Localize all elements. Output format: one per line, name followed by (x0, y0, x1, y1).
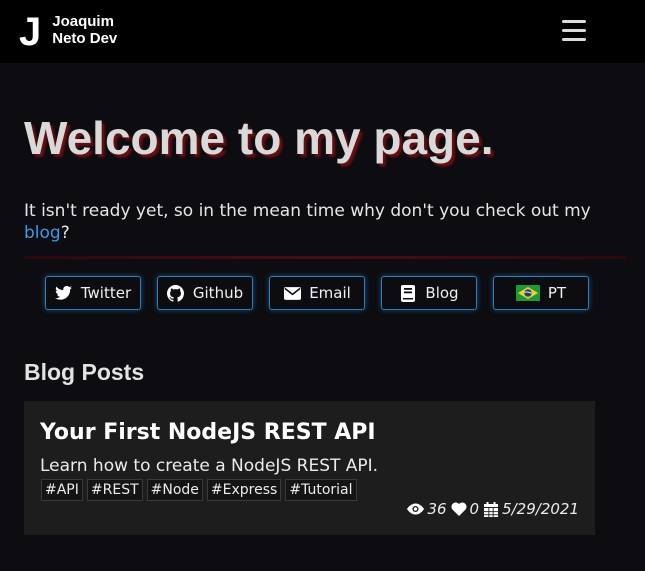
email-button[interactable]: Email (269, 276, 365, 310)
site-logo[interactable]: J Joaquim Neto Dev (19, 12, 117, 52)
blog-button[interactable]: Blog (381, 276, 477, 310)
intro-text-before: It isn't ready yet, so in the mean time … (24, 201, 591, 221)
hamburger-menu-icon[interactable] (562, 20, 586, 42)
post-title[interactable]: Your First NodeJS REST API (40, 419, 376, 447)
twitter-icon (55, 284, 73, 302)
blog-link[interactable]: blog (24, 223, 61, 243)
post-tags: #API #REST #Node #Express #Tutorial (41, 479, 361, 501)
language-pt-label: PT (547, 284, 567, 302)
intro-text-after: ? (60, 223, 70, 243)
tag-api[interactable]: #API (41, 479, 83, 501)
view-count: 36 (427, 500, 447, 518)
twitter-button[interactable]: Twitter (45, 276, 141, 310)
github-label: Github (192, 284, 244, 302)
intro-text: It isn't ready yet, so in the mean time … (24, 200, 624, 244)
tag-tutorial[interactable]: #Tutorial (285, 479, 357, 501)
social-buttons: Twitter Github Email Blog PT (0, 276, 645, 310)
language-pt-button[interactable]: PT (493, 276, 589, 310)
book-icon (399, 284, 417, 302)
blog-label: Blog (425, 284, 459, 302)
calendar-icon (483, 501, 499, 517)
twitter-label: Twitter (80, 284, 132, 302)
github-icon (167, 284, 185, 302)
logo-mark: J (19, 10, 41, 54)
logo-name-line2: Neto Dev (52, 30, 118, 47)
heart-icon[interactable] (451, 501, 467, 517)
like-count: 0 (469, 500, 480, 518)
top-navbar: J Joaquim Neto Dev (0, 0, 645, 63)
brazil-flag-icon (515, 285, 540, 301)
post-description: Learn how to create a NodeJS REST API. (40, 456, 379, 476)
page-title: Welcome to my page. (24, 112, 494, 164)
tag-express[interactable]: #Express (206, 479, 282, 501)
blog-posts-heading: Blog Posts (24, 359, 145, 385)
envelope-icon (283, 284, 301, 302)
tag-node[interactable]: #Node (146, 479, 203, 501)
divider (24, 256, 627, 259)
github-button[interactable]: Github (157, 276, 253, 310)
post-meta: 36 0 5/29/2021 (406, 500, 579, 518)
post-date: 5/29/2021 (502, 500, 579, 518)
blog-post-card[interactable]: Your First NodeJS REST API Learn how to … (24, 401, 595, 535)
logo-name-line1: Joaquim (52, 13, 114, 30)
tag-rest[interactable]: #REST (86, 479, 143, 501)
eye-icon (406, 501, 424, 517)
logo-text: Joaquim Neto Dev (52, 13, 117, 47)
email-label: Email (309, 284, 351, 302)
